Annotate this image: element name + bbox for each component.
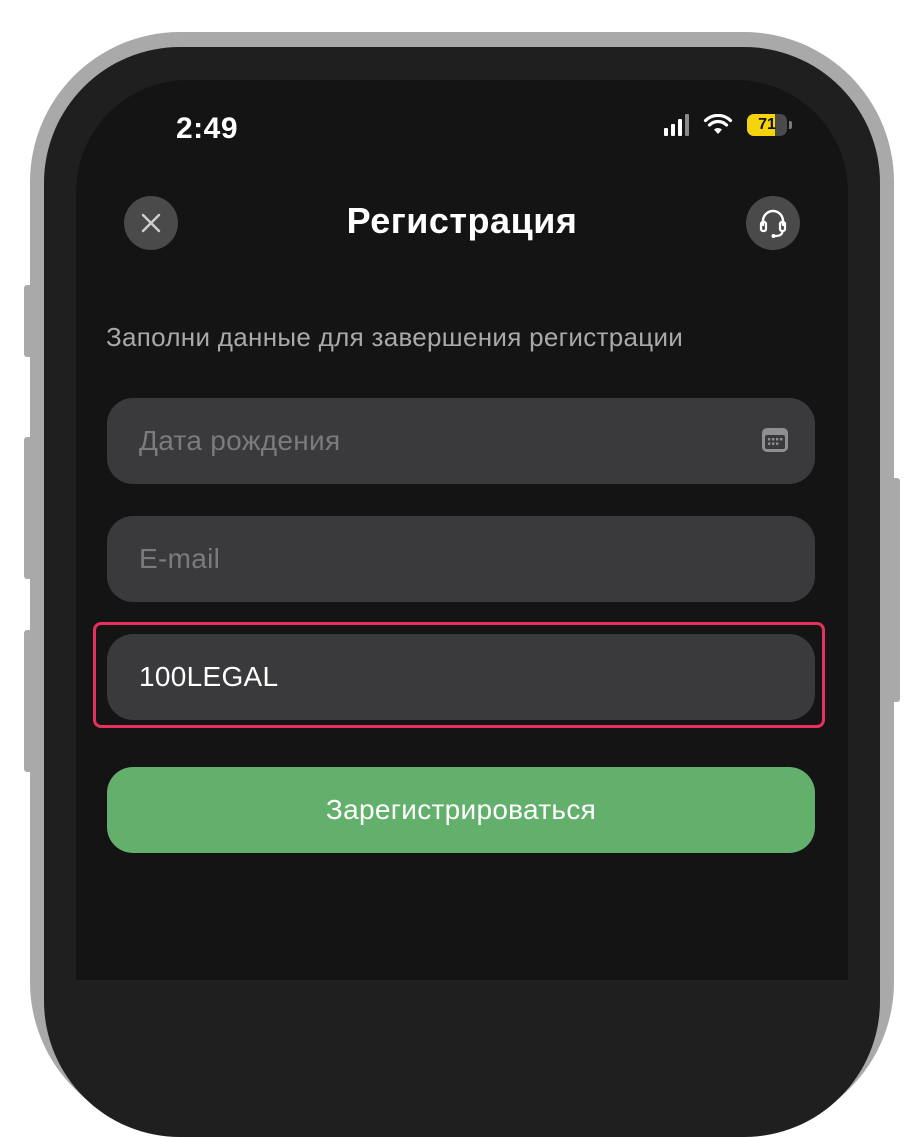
phone-side-button (24, 630, 32, 772)
phone-side-button (24, 437, 32, 579)
status-time: 2:49 (176, 112, 239, 145)
phone-side-button (24, 285, 32, 357)
battery-icon: 71 (747, 114, 792, 136)
page-title: Регистрация (346, 200, 578, 241)
email-field[interactable]: E-mail (107, 516, 815, 602)
phone-side-button (892, 478, 900, 702)
form-subtitle: Заполни данные для завершения регистраци… (106, 322, 684, 352)
wifi-icon (703, 114, 733, 136)
email-placeholder: E-mail (139, 543, 221, 574)
support-button[interactable] (746, 196, 800, 250)
app-screen: 2:49 71 Регистрация Заполни данные для з… (76, 80, 848, 980)
headset-icon (759, 209, 787, 238)
birth-date-placeholder: Дата рождения (139, 425, 341, 456)
birth-date-field[interactable]: Дата рождения (107, 398, 815, 484)
register-button[interactable]: Зарегистрироваться (107, 767, 815, 853)
battery-level: 71 (758, 116, 776, 133)
signal-icon (664, 114, 689, 136)
status-icons: 71 (664, 114, 792, 136)
promo-code-field[interactable]: 100LEGAL (107, 634, 815, 720)
promo-code-value: 100LEGAL (139, 661, 279, 692)
calendar-icon[interactable] (761, 427, 789, 453)
